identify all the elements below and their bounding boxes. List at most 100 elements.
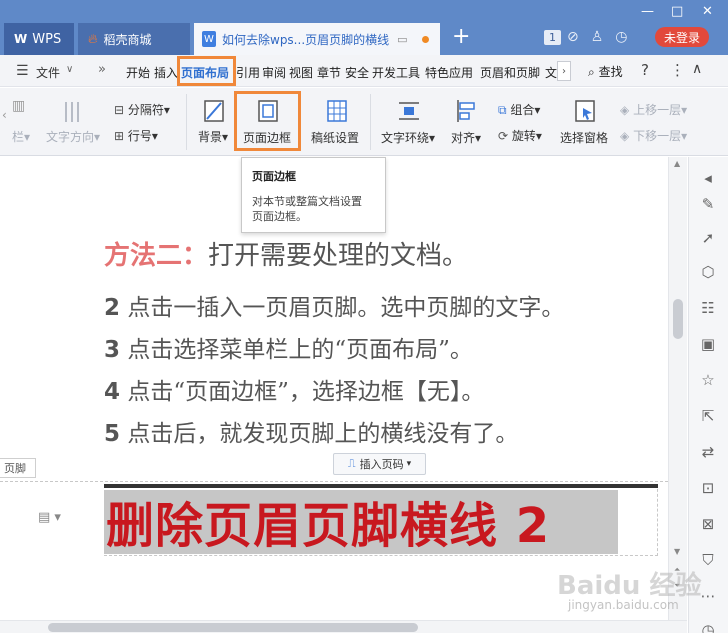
vertical-scroll-thumb[interactable] — [673, 299, 683, 339]
step-text: 点击后，就发现页脚上的横线没有了。 — [120, 421, 519, 447]
menu-text-partial[interactable]: 文 — [545, 64, 557, 81]
menu-security[interactable]: 安全 — [345, 64, 369, 81]
insert-page-number-button[interactable]: ⎍ 插入页码 ▾ — [333, 453, 426, 475]
double-chevron-icon[interactable]: » — [98, 62, 106, 77]
line-number-label: 行号 — [127, 129, 152, 143]
background-label: 背景 — [198, 130, 223, 144]
baidu-watermark: Baidu 经验 — [557, 571, 702, 601]
cursor-select-icon[interactable]: ➚ — [697, 227, 719, 249]
writer-doc-icon: W — [202, 31, 216, 47]
bring-forward-icon: ◈ — [620, 103, 630, 117]
selection-pane-button[interactable]: 选择窗格 — [560, 129, 608, 146]
tab-doc-label: 如何去除wps...页眉页脚的横线 — [222, 32, 390, 47]
clock-icon[interactable]: ◷ — [615, 29, 627, 45]
minimize-icon[interactable]: — — [641, 4, 654, 19]
menu-scroll-right-icon[interactable]: › — [557, 61, 571, 81]
translate-icon[interactable]: ⇄ — [697, 441, 719, 463]
sync-icon[interactable]: ⊘ — [567, 29, 579, 45]
highlight-page-layout-tab — [177, 56, 236, 86]
tooltip-desc-line: 页面边框。 — [252, 210, 307, 223]
chevron-down-icon[interactable]: ∨ — [66, 64, 73, 75]
menu-header-footer[interactable]: 页眉和页脚 — [480, 64, 540, 81]
separator-button[interactable]: ⊟ 分隔符▾ — [114, 101, 170, 118]
grid-paper-icon — [327, 100, 347, 122]
background-button[interactable]: 背景▾ — [198, 128, 228, 145]
footer-options-icon[interactable]: ▤ ▾ — [38, 510, 61, 525]
search-button[interactable]: ⌕ 查找 — [588, 63, 623, 80]
pen-edit-icon[interactable]: ✎ — [697, 193, 719, 215]
close-icon[interactable]: ✕ — [702, 4, 713, 19]
help-icon[interactable]: ? — [641, 61, 649, 79]
right-side-toolbar: ◂ ✎ ➚ ⬡ ☷ ▣ ☆ ⇱ ⇄ ⊡ ⊠ ⛉ ⋯ ◷ — [688, 157, 728, 633]
line-number-button[interactable]: ⊞ 行号▾ — [114, 127, 158, 144]
menu-chapter[interactable]: 章节 — [317, 64, 341, 81]
heading-rest: 打开需要处理的文档。 — [208, 241, 469, 271]
menu-dev-tools[interactable]: 开发工具 — [372, 64, 420, 81]
shapes-icon[interactable]: ⬡ — [697, 261, 719, 283]
scroll-down-icon[interactable]: ▼ — [674, 547, 680, 556]
collapse-ribbon-icon[interactable]: ∧ — [692, 61, 702, 77]
align-button[interactable]: 对齐▾ — [451, 129, 481, 146]
sliders-icon[interactable]: ☷ — [697, 297, 719, 319]
tooltip-desc-line: 对本节或整篇文档设置 — [252, 195, 362, 208]
send-backward-label: 下移一层 — [633, 129, 682, 143]
horizontal-scrollbar[interactable] — [0, 620, 687, 633]
menu-view[interactable]: 视图 — [289, 64, 313, 81]
new-tab-plus-icon[interactable]: + — [452, 24, 470, 49]
columns-button[interactable]: 栏▾ — [12, 128, 30, 145]
search-label: 查找 — [598, 65, 623, 79]
menu-hamburger-icon[interactable]: ☰ — [16, 63, 29, 79]
menu-start[interactable]: 开始 — [126, 64, 150, 81]
grid-paper-button[interactable]: 稿纸设置 — [311, 129, 359, 146]
menu-special-apps[interactable]: 特色应用 — [425, 64, 473, 81]
expand-panel-icon[interactable]: ◂ — [697, 167, 719, 189]
menu-insert[interactable]: 插入 — [154, 64, 178, 81]
skin-shirt-icon[interactable]: ♙ — [591, 29, 604, 45]
step-number: 3 — [104, 337, 121, 363]
tab-document[interactable]: W 如何去除wps...页眉页脚的横线 ▭ — [194, 23, 440, 55]
scroll-up-icon[interactable]: ▲ — [674, 159, 680, 168]
send-backward-icon: ◈ — [620, 129, 630, 143]
menu-reference[interactable]: 引用 — [236, 64, 260, 81]
history-icon[interactable]: ◷ — [697, 619, 719, 633]
step-text: 点击“页面边框”，选择边框【无】。 — [120, 379, 485, 405]
monitor-icon[interactable]: ▭ — [397, 33, 407, 46]
star-icon[interactable]: ☆ — [697, 369, 719, 391]
ribbon-toolbar: ‹ ▥ 栏▾ 文字方向▾ ⊟ 分隔符▾ ⊞ 行号▾ 背景▾ 页面边框 稿纸设置 … — [0, 88, 728, 156]
ribbon-scroll-left-icon[interactable]: ‹ — [2, 108, 7, 122]
tab-docer-store[interactable]: 🔥︎ 稻壳商城 — [78, 23, 190, 55]
bring-forward-button[interactable]: ◈ 上移一层▾ — [620, 101, 687, 118]
selection-pane-icon — [575, 100, 595, 122]
group-button[interactable]: ⧉ 组合▾ — [498, 101, 540, 118]
vertical-scrollbar[interactable]: ▲ ▼ ⏶ ⏷ — [668, 157, 687, 620]
rotate-button[interactable]: ⟳ 旋转▾ — [498, 127, 542, 144]
rotate-label: 旋转 — [511, 129, 536, 143]
text-wrap-label: 文字环绕 — [381, 131, 430, 145]
rotate-icon: ⟳ — [498, 129, 509, 143]
text-direction-icon — [65, 102, 79, 122]
image-icon[interactable]: ⊠ — [697, 513, 719, 535]
tab-wps-home[interactable]: W WPS — [4, 23, 74, 55]
footer-text[interactable]: 删除页眉页脚横线 2 — [106, 486, 550, 556]
baidu-watermark-url: jingyan.baidu.com — [568, 598, 679, 612]
share-icon[interactable]: ⇱ — [697, 405, 719, 427]
step-number: 5 — [104, 421, 121, 447]
search-icon: ⌕ — [588, 65, 595, 79]
method-heading: 方法二：打开需要处理的文档。 — [104, 235, 468, 272]
inbox-icon[interactable]: ⊡ — [697, 477, 719, 499]
text-wrap-button[interactable]: 文字环绕▾ — [381, 129, 435, 146]
chevron-down-icon: ▾ — [406, 459, 412, 469]
image-gallery-icon[interactable]: ▣ — [697, 333, 719, 355]
more-vertical-icon[interactable]: ⋮ — [670, 61, 685, 79]
menu-bar: ☰ 文件 ∨ » 开始 插入 页面布局 引用 审阅 视图 章节 安全 开发工具 … — [0, 55, 728, 87]
menu-review[interactable]: 审阅 — [262, 64, 286, 81]
menu-file[interactable]: 文件 — [36, 64, 60, 81]
maximize-icon[interactable]: □ — [671, 4, 683, 19]
window-count-badge[interactable]: 1 — [544, 30, 561, 45]
send-backward-button[interactable]: ◈ 下移一层▾ — [620, 127, 687, 144]
text-direction-button[interactable]: 文字方向▾ — [46, 128, 100, 145]
horizontal-scroll-thumb[interactable] — [48, 623, 418, 632]
tab-wps-label: WPS — [32, 31, 62, 47]
login-button[interactable]: 未登录 — [655, 27, 709, 47]
line-number-icon: ⊞ — [114, 129, 125, 143]
